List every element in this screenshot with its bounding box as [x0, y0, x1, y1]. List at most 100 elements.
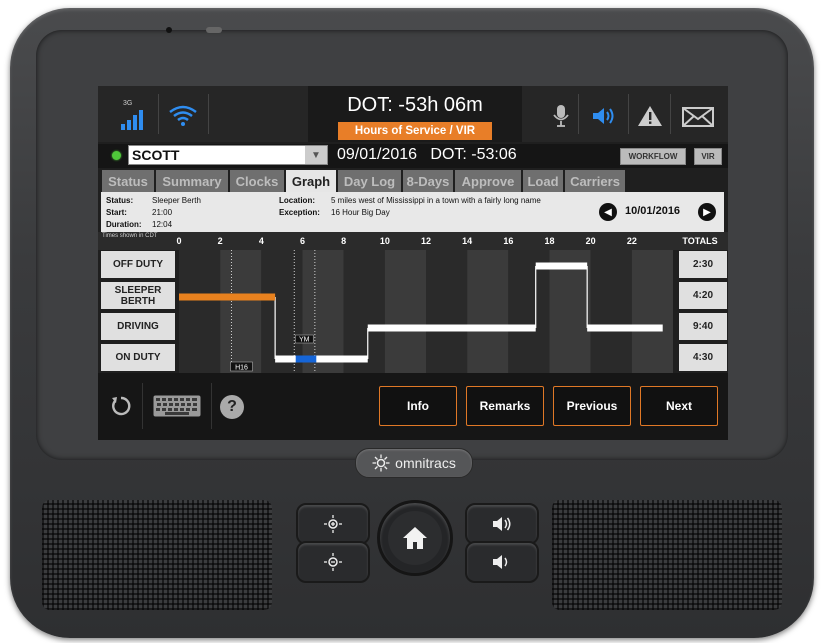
brightness-down-icon	[324, 553, 342, 571]
vir-button[interactable]: VIR	[694, 148, 722, 165]
signal-icon	[121, 110, 143, 130]
keyboard-icon[interactable]	[153, 395, 201, 417]
home-icon	[403, 527, 427, 549]
tab-graph[interactable]: Graph	[286, 170, 336, 192]
divider	[142, 383, 143, 429]
location-value: 5 miles west of Mississippi in a town wi…	[331, 196, 541, 205]
chevron-left-icon: ◀	[604, 206, 612, 218]
online-status-icon	[112, 151, 121, 160]
camera-icon	[166, 27, 172, 33]
brand-name: omnitracs	[395, 455, 456, 471]
warning-icon[interactable]	[637, 105, 663, 127]
hour-tick-label: 6	[299, 236, 306, 246]
info-button[interactable]: Info	[379, 386, 457, 426]
hour-band	[302, 250, 344, 373]
log-date: 10/01/2016	[625, 205, 681, 217]
row-total: 4:20	[679, 282, 727, 309]
speaker-grille-right	[552, 500, 782, 610]
previous-button[interactable]: Previous	[553, 386, 631, 426]
status-value: Sleeper Berth	[152, 196, 201, 205]
start-value: 21:00	[152, 208, 173, 217]
remarks-button[interactable]: Remarks	[466, 386, 544, 426]
hour-tick-label: 20	[585, 236, 596, 246]
volume-down-button[interactable]	[465, 541, 539, 583]
tab-summary[interactable]: Summary	[156, 170, 228, 192]
tab-clocks[interactable]: Clocks	[230, 170, 284, 192]
duty-segment[interactable]	[587, 324, 663, 332]
duration-value: 12:04	[152, 220, 173, 229]
hour-tick-label: 4	[258, 236, 264, 246]
row-label-sleeper-berth: SLEEPER BERTH	[101, 282, 175, 309]
microphone-icon[interactable]	[553, 104, 569, 128]
driver-date-status: 09/01/2016 DOT: -53:06	[337, 146, 517, 163]
hour-tick-label: 2	[217, 236, 223, 246]
totals-header: TOTALS	[682, 236, 718, 246]
tab-day-log[interactable]: Day Log	[338, 170, 401, 192]
tab-load[interactable]: Load	[523, 170, 563, 192]
row-label-driving: DRIVING	[101, 313, 175, 340]
exception-label: Exception:	[279, 208, 320, 217]
hour-tick-label: 10	[379, 236, 390, 246]
hour-tick-label: 16	[503, 236, 514, 246]
dot-remaining-time: DOT: -53h 06m	[347, 94, 483, 116]
row-label-off-duty: OFF DUTY	[101, 251, 175, 278]
duty-segment[interactable]	[535, 262, 588, 270]
row-label-on-duty: ON DUTY	[101, 344, 175, 371]
tab-status[interactable]: Status	[102, 170, 154, 192]
hour-band	[467, 250, 509, 373]
refresh-icon[interactable]	[110, 395, 132, 417]
light-sensor	[206, 27, 222, 33]
home-button[interactable]	[377, 500, 453, 576]
hour-band	[426, 250, 468, 373]
hour-tick-label: 8	[341, 236, 347, 246]
brightness-down-button[interactable]	[296, 541, 370, 583]
tab-carriers[interactable]: Carriers	[565, 170, 625, 192]
row-total: 9:40	[679, 313, 727, 340]
location-label: Location:	[279, 196, 315, 205]
divider	[158, 94, 159, 134]
hour-tick-label: 12	[420, 236, 432, 246]
dot-clock-panel: DOT: -53h 06m Hours of Service / VIR	[308, 86, 522, 142]
hour-band	[343, 250, 385, 373]
duty-segment[interactable]	[295, 355, 317, 363]
status-bar: 3G DOT: -53h 06m Hours of Service / VIR	[98, 86, 728, 142]
row-total: 4:30	[679, 344, 727, 371]
next-button[interactable]: Next	[640, 386, 718, 426]
tab-approve[interactable]: Approve	[455, 170, 521, 192]
driver-name: SCOTT	[132, 147, 180, 163]
duty-segment[interactable]	[367, 324, 536, 332]
brightness-up-icon	[324, 515, 342, 533]
duty-status-graph: H16 YM	[179, 250, 673, 373]
hour-tick-label: 14	[462, 236, 473, 246]
next-date-button[interactable]: ▶	[698, 203, 716, 221]
chevron-down-icon[interactable]: ▼	[305, 146, 327, 164]
duty-segment[interactable]	[275, 355, 368, 363]
speaker-icon[interactable]	[591, 106, 619, 126]
wifi-icon	[169, 105, 197, 126]
duration-label: Duration:	[106, 220, 142, 229]
hour-tick-label: 0	[176, 236, 182, 246]
divider	[628, 94, 629, 134]
volume-up-button[interactable]	[465, 503, 539, 545]
brightness-up-button[interactable]	[296, 503, 370, 545]
mail-icon[interactable]	[682, 107, 714, 127]
speaker-grille-left	[42, 500, 272, 610]
tab-bar: Status Summary Clocks Graph Day Log 8-Days App…	[98, 170, 728, 192]
divider	[211, 383, 212, 429]
brand-logo: omnitracs	[355, 448, 473, 478]
hour-band	[590, 250, 632, 373]
help-icon[interactable]: ?	[220, 395, 244, 419]
exception-value: 16 Hour Big Day	[331, 208, 390, 217]
duty-segment[interactable]	[179, 293, 276, 301]
workflow-button[interactable]: WORKFLOW	[620, 148, 686, 165]
previous-date-button[interactable]: ◀	[599, 203, 617, 221]
driver-select[interactable]: SCOTT ▼	[128, 145, 328, 165]
chevron-right-icon: ▶	[703, 206, 711, 218]
h16-marker-label: H16	[235, 365, 248, 372]
tab-8-days[interactable]: 8-Days	[403, 170, 453, 192]
hour-band	[220, 250, 262, 373]
hour-tick-label: 18	[544, 236, 555, 246]
graph-hour-header: Times shown in CDT 0 2 4 6 8 10 12 14 16 18 20 22 T…	[98, 232, 728, 250]
divider	[670, 94, 671, 134]
app-screen: 3G DOT: -53h 06m Hours of Service / VIR	[98, 86, 728, 440]
